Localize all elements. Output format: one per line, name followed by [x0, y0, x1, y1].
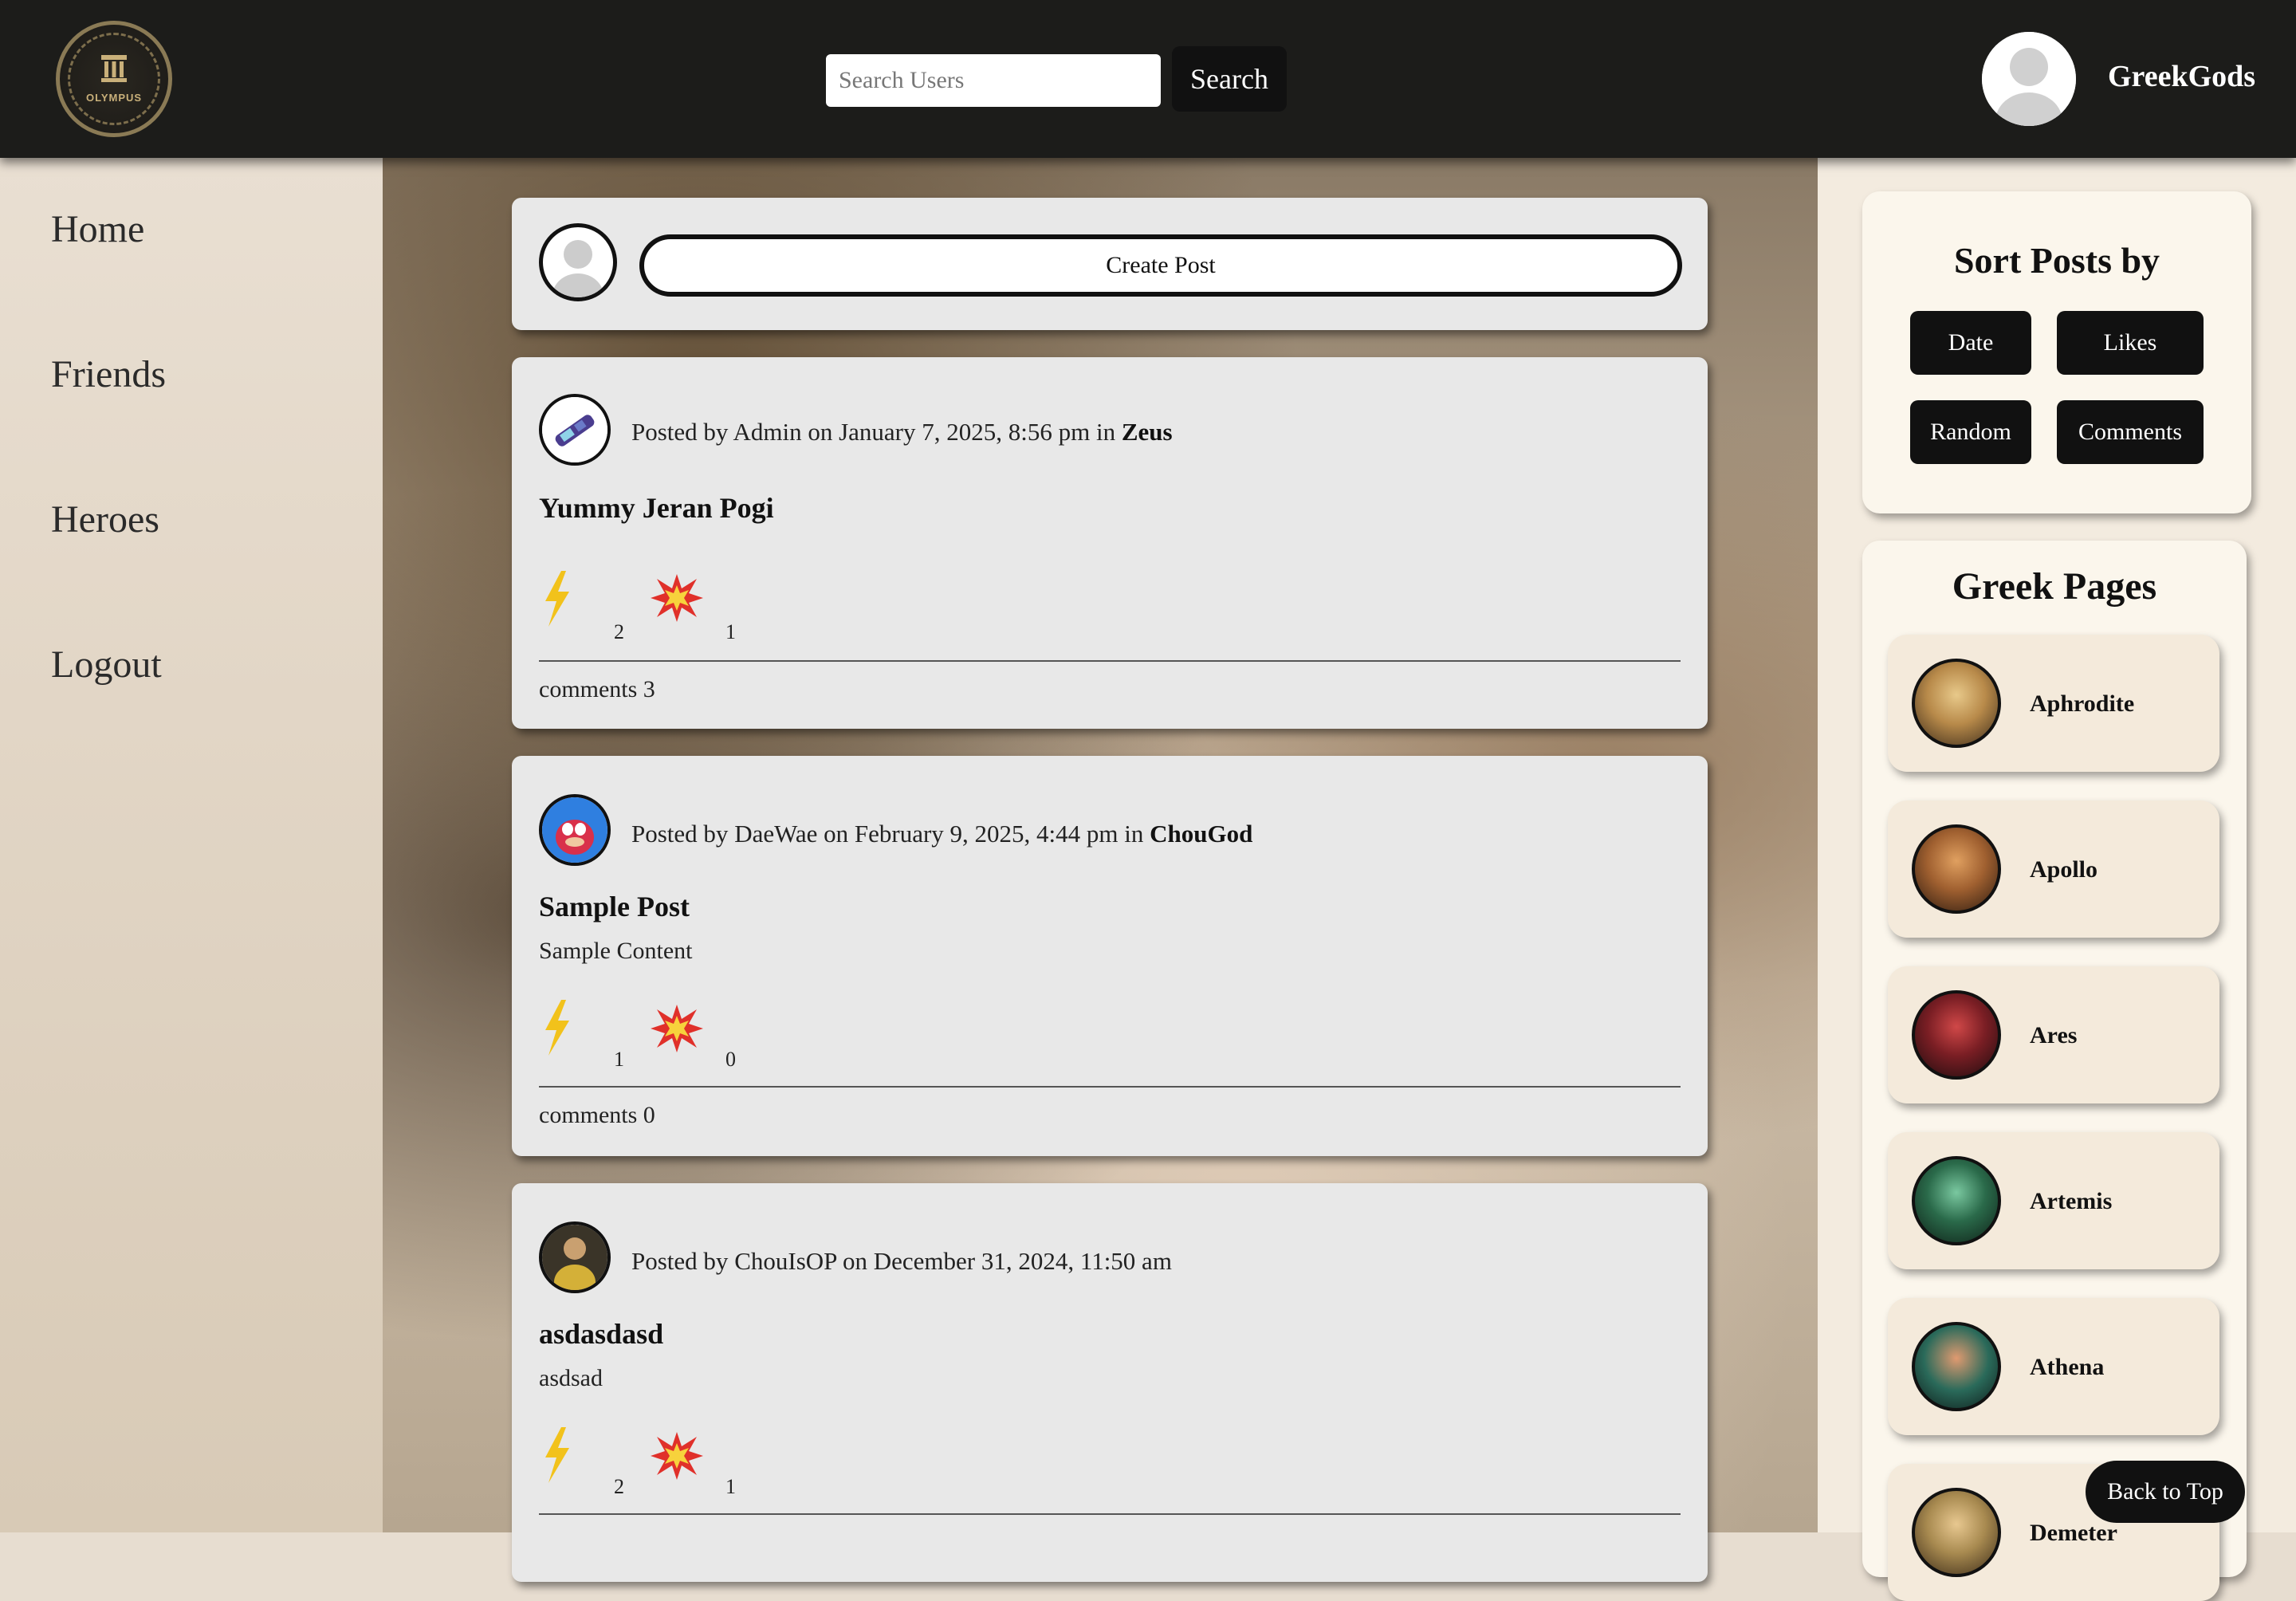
nav-home-link[interactable]: Home: [51, 207, 144, 251]
top-header: OLYMPUS Search GreekGods: [0, 0, 2296, 158]
lightning-icon[interactable]: [541, 1427, 572, 1483]
post-group[interactable]: ChouGod: [1150, 820, 1252, 848]
sort-likes-button[interactable]: Likes: [2057, 311, 2204, 375]
post-author[interactable]: Admin: [733, 418, 801, 446]
god-page-athena[interactable]: Athena: [1888, 1298, 2219, 1435]
default-avatar-icon: [552, 240, 603, 297]
god-name: Aphrodite: [2030, 690, 2135, 717]
create-post-card: Create Post: [512, 198, 1708, 330]
post-content: Sample Content: [539, 938, 693, 964]
post-author[interactable]: ChouIsOP: [734, 1247, 836, 1275]
post-title[interactable]: Sample Post: [539, 890, 690, 923]
apollo-avatar: [1912, 824, 2001, 914]
god-page-ares[interactable]: Ares: [1888, 966, 2219, 1103]
post-author-avatar[interactable]: [539, 394, 611, 466]
god-name: Artemis: [2030, 1188, 2113, 1214]
sort-posts-panel: Sort Posts by Date Likes Random Comments: [1862, 191, 2251, 513]
post-card: Posted by DaeWae on February 9, 2025, 4:…: [512, 756, 1708, 1156]
explosion-icon[interactable]: [649, 1003, 705, 1054]
username[interactable]: GreekGods: [2108, 59, 2255, 94]
greek-pages-panel: Greek Pages Aphrodite Apollo Ares Artemi…: [1862, 541, 2247, 1601]
post-content: asdsad: [539, 1365, 603, 1391]
explosion-count: 1: [725, 1475, 736, 1498]
comments-link[interactable]: comments 0: [539, 1102, 655, 1129]
knuckles-avatar-icon: [542, 797, 607, 863]
post-meta: Posted by ChouIsOP on December 31, 2024,…: [631, 1247, 1172, 1275]
athena-avatar: [1912, 1322, 2001, 1411]
god-page-artemis[interactable]: Artemis: [1888, 1132, 2219, 1269]
post-author-avatar[interactable]: [539, 1221, 611, 1293]
search-button[interactable]: Search: [1172, 46, 1287, 112]
nav-friends-link[interactable]: Friends: [51, 352, 166, 396]
create-post-avatar: [539, 223, 617, 301]
olympus-logo[interactable]: OLYMPUS: [56, 21, 172, 137]
nav-logout-link[interactable]: Logout: [51, 643, 162, 686]
greek-pages-title: Greek Pages: [1952, 565, 2157, 608]
god-name: Apollo: [2030, 856, 2098, 883]
god-name: Demeter: [2030, 1520, 2117, 1546]
post-group[interactable]: Zeus: [1122, 418, 1173, 446]
comments-link[interactable]: comments 3: [539, 676, 655, 703]
ares-avatar: [1912, 990, 2001, 1080]
logo-text: OLYMPUS: [85, 92, 143, 104]
post-title[interactable]: Yummy Jeran Pogi: [539, 491, 774, 525]
left-sidebar: Home Friends Heroes Logout: [0, 158, 383, 1532]
pillar-icon: [101, 55, 127, 82]
search-users-input[interactable]: [826, 54, 1161, 107]
sort-comments-button[interactable]: Comments: [2057, 400, 2204, 464]
back-to-top-button[interactable]: Back to Top: [2086, 1461, 2245, 1523]
god-name: Ares: [2030, 1022, 2078, 1048]
explosion-icon[interactable]: [649, 572, 705, 623]
create-post-button[interactable]: Create Post: [639, 234, 1682, 297]
lightning-count: 2: [614, 620, 624, 643]
explosion-count: 0: [725, 1048, 736, 1071]
post-date: December 31, 2024, 11:50 am: [873, 1247, 1172, 1275]
post-date: January 7, 2025, 8:56 pm: [839, 418, 1091, 446]
sort-date-button[interactable]: Date: [1910, 311, 2031, 375]
post-meta: Posted by DaeWae on February 9, 2025, 4:…: [631, 820, 1253, 848]
post-card: Posted by Admin on January 7, 2025, 8:56…: [512, 357, 1708, 729]
default-avatar-icon: [1982, 32, 2076, 126]
post-divider: [539, 1086, 1681, 1088]
post-title[interactable]: asdasdasd: [539, 1317, 663, 1351]
artemis-avatar: [1912, 1156, 2001, 1245]
explosion-count: 1: [725, 620, 736, 643]
gauntlet-avatar-icon: [542, 397, 607, 462]
explosion-icon[interactable]: [649, 1430, 705, 1481]
warrior-avatar-icon: [542, 1225, 607, 1290]
lightning-count: 2: [614, 1475, 624, 1498]
nav-heroes-link[interactable]: Heroes: [51, 498, 159, 541]
post-card: Posted by ChouIsOP on December 31, 2024,…: [512, 1183, 1708, 1582]
god-name: Athena: [2030, 1354, 2105, 1380]
lightning-count: 1: [614, 1048, 624, 1071]
god-page-aphrodite[interactable]: Aphrodite: [1888, 635, 2219, 772]
lightning-icon[interactable]: [541, 1000, 572, 1056]
lightning-icon[interactable]: [541, 571, 572, 627]
sort-title: Sort Posts by: [1953, 240, 2160, 281]
aphrodite-avatar: [1912, 659, 2001, 748]
god-page-apollo[interactable]: Apollo: [1888, 800, 2219, 938]
user-avatar[interactable]: [1982, 32, 2076, 126]
post-date: February 9, 2025, 4:44 pm: [854, 820, 1119, 848]
post-meta: Posted by Admin on January 7, 2025, 8:56…: [631, 418, 1173, 446]
demeter-avatar: [1912, 1488, 2001, 1577]
sort-random-button[interactable]: Random: [1910, 400, 2031, 464]
post-author-avatar[interactable]: [539, 794, 611, 866]
post-author[interactable]: DaeWae: [734, 820, 817, 848]
post-divider: [539, 1513, 1681, 1515]
post-divider: [539, 660, 1681, 662]
